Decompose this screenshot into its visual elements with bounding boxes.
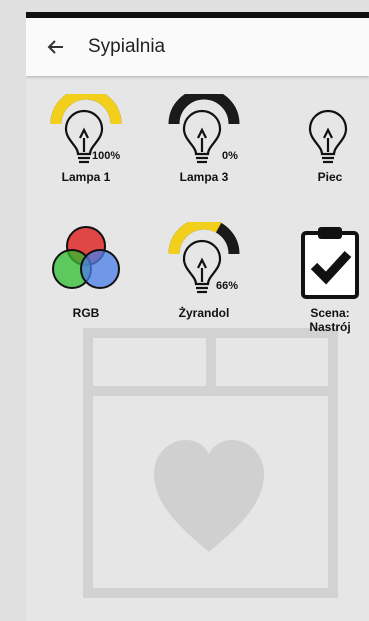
device-label: Piec bbox=[317, 170, 343, 184]
device-tile-lampa-3[interactable]: 0% Lampa 3 bbox=[154, 88, 254, 184]
level-percent: 66% bbox=[216, 280, 239, 292]
device-tile-rgb[interactable]: RGB bbox=[36, 222, 136, 320]
back-button[interactable] bbox=[42, 33, 70, 61]
device-tile-lampa-1[interactable]: 100% Lampa 1 bbox=[36, 88, 136, 184]
device-tile-scena-nastroj[interactable]: Scena: Nastrój bbox=[280, 222, 369, 334]
device-icon bbox=[280, 94, 369, 170]
bulb-icon bbox=[50, 88, 122, 164]
level-percent: 100% bbox=[92, 150, 121, 162]
arrow-left-icon bbox=[47, 40, 63, 54]
device-label: Lampa 1 bbox=[61, 170, 111, 184]
app-bar: Sypialnia bbox=[26, 18, 369, 76]
device-icon: 0% bbox=[154, 88, 254, 170]
page-title: Sypialnia bbox=[88, 36, 166, 57]
device-label: Scena: Nastrój bbox=[309, 306, 351, 334]
rgb-circles-icon bbox=[52, 226, 120, 289]
device-label: RGB bbox=[72, 306, 100, 320]
clipboard-check-icon bbox=[301, 227, 359, 299]
device-icon bbox=[280, 222, 369, 306]
device-icon: 100% bbox=[36, 88, 136, 170]
device-icon bbox=[36, 222, 136, 306]
device-tile-zyrandol[interactable]: 66% Żyrandol bbox=[154, 218, 254, 320]
device-tile-piec[interactable]: Piec bbox=[280, 94, 369, 184]
bulb-icon bbox=[168, 218, 240, 294]
bulb-icon bbox=[308, 109, 348, 164]
device-label: Żyrandol bbox=[178, 306, 230, 320]
level-percent: 0% bbox=[222, 150, 238, 162]
device-icon: 66% bbox=[154, 218, 254, 306]
screen: Sypialnia 100% Lampa 1 0% Lampa 3 Piec R… bbox=[26, 12, 369, 621]
device-label: Lampa 3 bbox=[179, 170, 229, 184]
bulb-icon bbox=[168, 88, 240, 164]
